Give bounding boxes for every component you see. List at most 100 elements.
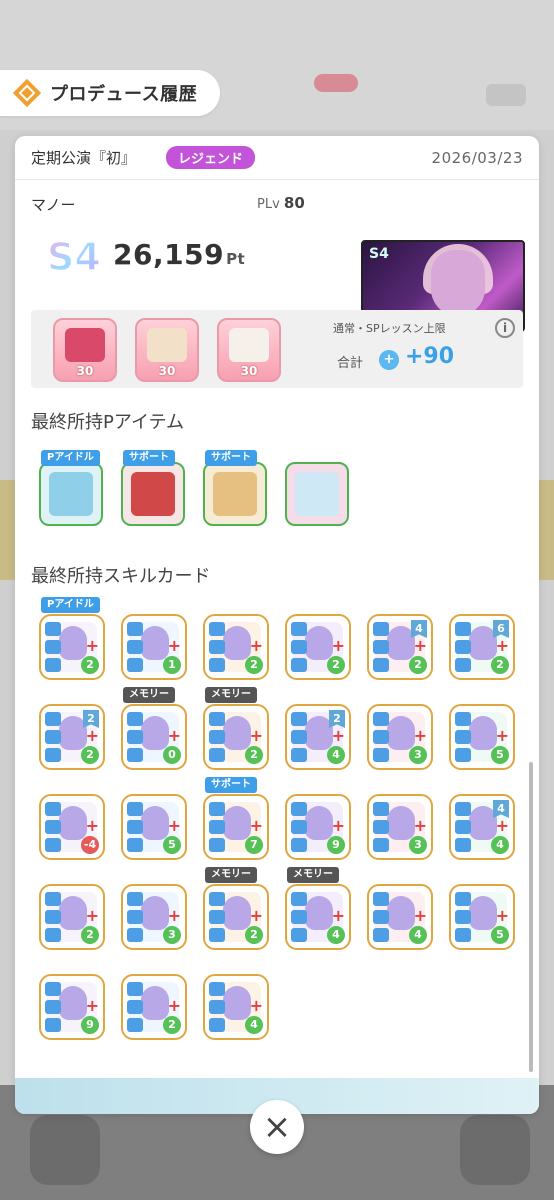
card-tag: メモリー (287, 867, 339, 883)
skill-card[interactable]: +2 (285, 614, 351, 680)
card-cost: 5 (491, 926, 509, 944)
stat-icon (45, 622, 61, 636)
p-item[interactable]: サポート (121, 450, 185, 526)
card-tag: サポート (205, 777, 257, 793)
skill-card[interactable]: +3 (121, 884, 187, 950)
skill-card[interactable]: +3 (367, 794, 433, 860)
skill-card[interactable]: + -4 (39, 794, 105, 860)
stat-icon (373, 730, 389, 744)
p-item[interactable]: Pアイドル (39, 450, 103, 526)
sp-total-value: +90 (405, 344, 455, 369)
stat-icon (373, 712, 389, 726)
stat-icon (373, 838, 389, 852)
stat-icon (127, 910, 143, 924)
card-cost: 2 (245, 746, 263, 764)
stat-icon (455, 622, 471, 636)
card-cost: -4 (81, 836, 99, 854)
enhanced-icon: + (413, 816, 427, 835)
stat-icon (45, 640, 61, 654)
sp-item[interactable]: 30 (53, 318, 117, 382)
enhanced-icon: + (85, 816, 99, 835)
skill-card[interactable]: +4 2 (285, 704, 351, 770)
sp-item[interactable]: 30 (217, 318, 281, 382)
card-cost: 2 (81, 656, 99, 674)
enhanced-icon: + (167, 996, 181, 1015)
stat-icon (373, 748, 389, 762)
skill-card[interactable]: +2 メモリー (203, 867, 269, 950)
stat-icon (45, 838, 61, 852)
stat-icon (455, 658, 471, 672)
enhanced-icon: + (249, 816, 263, 835)
stat-icon (127, 730, 143, 744)
card-cost: 1 (163, 656, 181, 674)
p-item[interactable] (285, 462, 349, 526)
stat-icon (209, 640, 225, 654)
skill-card[interactable]: +2 4 (367, 614, 433, 680)
card-cost: 2 (81, 926, 99, 944)
card-cost: 3 (163, 926, 181, 944)
stat-icon (373, 658, 389, 672)
stat-icon (455, 838, 471, 852)
background-chip (314, 74, 358, 92)
skill-card[interactable]: +4 (203, 974, 269, 1040)
stat-icon (45, 730, 61, 744)
enhanced-icon: + (249, 996, 263, 1015)
skill-card[interactable]: +1 (121, 614, 187, 680)
card-cost: 3 (409, 836, 427, 854)
stat-icon (45, 712, 61, 726)
stat-icon (127, 622, 143, 636)
skill-card[interactable]: +7 サポート (203, 777, 269, 860)
stat-icon (209, 1000, 225, 1014)
stat-icon (291, 802, 307, 816)
enhanced-icon: + (413, 906, 427, 925)
scrollbar[interactable] (529, 762, 533, 1072)
stat-icon (127, 892, 143, 906)
skill-card[interactable]: +4 4 (449, 794, 515, 860)
skill-card[interactable]: +2 メモリー (203, 687, 269, 770)
stat-icon (455, 928, 471, 942)
close-button[interactable]: × (250, 1100, 304, 1154)
p-item-tag: サポート (205, 450, 257, 466)
enhanced-icon: + (167, 636, 181, 655)
info-icon[interactable]: i (495, 318, 515, 338)
card-cost: 4 (327, 926, 345, 944)
enhanced-icon: + (249, 636, 263, 655)
concert-title: 定期公演『初』 (31, 149, 137, 167)
skill-card[interactable]: +2 6 (449, 614, 515, 680)
skill-card[interactable]: +2 (203, 614, 269, 680)
skill-card[interactable]: +4 メモリー (285, 867, 351, 950)
score-value: 26,159 Pt (113, 238, 246, 271)
enhanced-icon: + (249, 726, 263, 745)
skill-card[interactable]: +4 (367, 884, 433, 950)
skill-card[interactable]: +2 Pアイドル (39, 597, 105, 680)
page-header: プロデュース履歴 (0, 70, 220, 116)
skill-card[interactable]: +9 (285, 794, 351, 860)
stat-icon (127, 1000, 143, 1014)
skill-card[interactable]: +5 (449, 884, 515, 950)
skill-card[interactable]: +3 (367, 704, 433, 770)
skill-card[interactable]: +9 (39, 974, 105, 1040)
skill-card[interactable]: +5 (121, 794, 187, 860)
card-cost: 4 (327, 746, 345, 764)
skill-card[interactable]: +2 (39, 884, 105, 950)
stat-icon (291, 838, 307, 852)
stat-icon (127, 928, 143, 942)
card-cost: 4 (409, 926, 427, 944)
skill-card[interactable]: +5 (449, 704, 515, 770)
enhanced-icon: + (331, 636, 345, 655)
enhanced-icon: + (495, 906, 509, 925)
skill-cards-title: 最終所持スキルカード (31, 566, 211, 587)
card-cost: 2 (409, 656, 427, 674)
page-title: プロデュース履歴 (50, 84, 198, 105)
enhanced-icon: + (167, 816, 181, 835)
skill-card[interactable]: +2 (121, 974, 187, 1040)
skill-card[interactable]: +0 メモリー (121, 687, 187, 770)
stat-icon (45, 982, 61, 996)
p-item[interactable]: サポート (203, 450, 267, 526)
record-scroll-area[interactable]: 30 30 30 通常・SPレッスン上限 合計 + +90 i 最終所持Pアイテ… (15, 292, 539, 1082)
stat-icon (209, 730, 225, 744)
stat-icon (373, 820, 389, 834)
sp-item[interactable]: 30 (135, 318, 199, 382)
skill-card[interactable]: +2 2 (39, 704, 105, 770)
stat-icon (373, 928, 389, 942)
